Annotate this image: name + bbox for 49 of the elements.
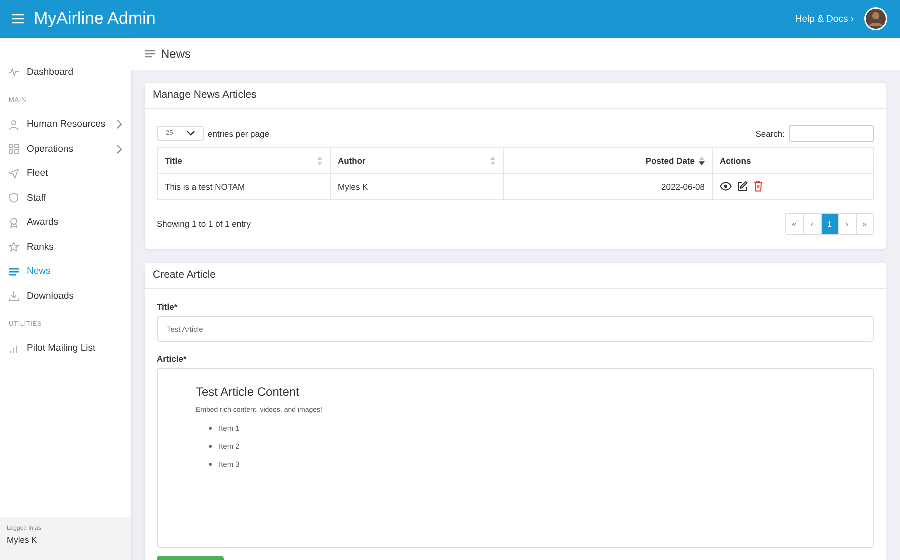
sidebar-item[interactable]: Staff xyxy=(0,186,131,210)
article-heading: Test Article Content xyxy=(196,385,300,399)
column-header[interactable]: Author xyxy=(330,148,504,174)
star-icon xyxy=(9,242,19,252)
paper-plane-icon xyxy=(9,168,19,179)
column-header[interactable]: Title xyxy=(158,148,330,174)
lines-icon xyxy=(9,266,19,277)
sidebar-item[interactable]: Operations xyxy=(0,137,131,162)
table-cell: This is a test NOTAM xyxy=(158,174,330,200)
page-size-label: entries per page xyxy=(208,128,270,138)
medal-icon xyxy=(9,218,19,228)
field-label: Title* xyxy=(157,302,179,312)
menu-icon[interactable] xyxy=(12,14,24,24)
download-icon xyxy=(9,291,19,302)
sidebar-item[interactable]: Human Resources xyxy=(0,112,131,137)
column-header: Actions xyxy=(712,148,874,174)
card-title: Manage News Articles xyxy=(145,83,886,109)
edit-icon[interactable] xyxy=(737,181,748,192)
sidebar-item[interactable]: Downloads xyxy=(0,284,131,308)
trash-icon[interactable] xyxy=(754,181,763,192)
sidebar-item[interactable]: Fleet xyxy=(0,162,131,186)
bullet-icon xyxy=(209,462,212,466)
avatar-icon[interactable] xyxy=(864,7,888,31)
page-title: News xyxy=(161,47,192,61)
shield-icon xyxy=(9,193,19,204)
grid-icon xyxy=(9,144,19,154)
person-icon xyxy=(9,120,19,130)
sidebar-item[interactable]: Pilot Mailing List xyxy=(0,336,131,361)
user-name: Myles K xyxy=(7,535,38,545)
eye-icon[interactable] xyxy=(720,182,732,192)
pulse-icon xyxy=(9,67,19,78)
bullet-icon xyxy=(209,426,212,430)
column-header[interactable]: Posted Date xyxy=(504,148,712,174)
lines-icon xyxy=(145,50,155,58)
search-field[interactable] xyxy=(789,125,874,142)
field-label: Article* xyxy=(157,354,188,364)
search-label: Search: xyxy=(756,128,785,138)
chevron-down-icon xyxy=(187,131,195,136)
table-cell: 2022-06-08 xyxy=(504,174,712,200)
sidebar-item[interactable]: Awards xyxy=(0,210,131,235)
table-info: Showing 1 to 1 of 1 entry xyxy=(157,219,252,229)
sidebar-item[interactable]: Dashboard xyxy=(0,60,131,84)
table-cell: Myles K xyxy=(330,174,504,200)
card-title: Create Article xyxy=(145,263,886,289)
page-button[interactable]: » xyxy=(856,214,873,234)
sidebar-item[interactable]: Ranks xyxy=(0,235,131,260)
bullet-icon xyxy=(209,444,212,448)
app-title: MyAirline Admin xyxy=(34,9,156,29)
bar-chart-icon xyxy=(9,344,19,354)
